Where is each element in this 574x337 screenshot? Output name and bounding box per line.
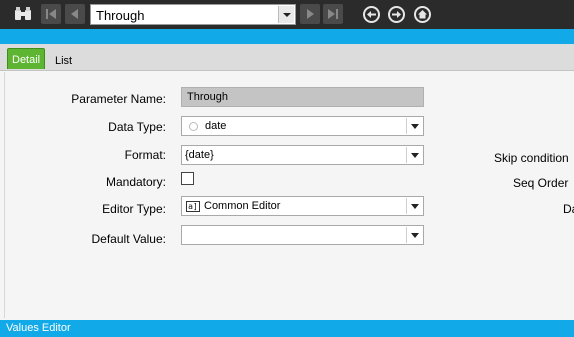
parameter-selector[interactable]: Through xyxy=(90,4,296,25)
format-value: {date} xyxy=(185,149,214,161)
editor-type-value: Common Editor xyxy=(204,200,281,212)
editor-type-select[interactable]: a] Common Editor xyxy=(181,196,424,216)
default-value-select[interactable] xyxy=(181,225,424,245)
chevron-down-icon[interactable] xyxy=(406,198,422,214)
parameter-selector-value: Through xyxy=(96,8,145,23)
back-icon[interactable] xyxy=(363,6,380,23)
tab-strip: Detail List xyxy=(0,44,574,71)
parameter-name-value: Through xyxy=(187,91,228,103)
format-label: Format: xyxy=(124,148,166,162)
tab-list[interactable]: List xyxy=(55,55,72,67)
data-type-value: date xyxy=(205,120,227,132)
last-record-icon[interactable] xyxy=(323,4,343,24)
tab-detail[interactable]: Detail xyxy=(7,48,45,69)
next-record-icon[interactable] xyxy=(300,4,320,24)
editor-icon: a] xyxy=(186,201,200,212)
mandatory-checkbox[interactable] xyxy=(181,172,194,185)
toolbar: Through xyxy=(0,0,574,29)
detail-form: Parameter Name: Through Data Type: date … xyxy=(4,72,574,318)
editor-type-label: Editor Type: xyxy=(102,202,166,216)
da-label: Da xyxy=(563,202,574,216)
clock-icon xyxy=(189,122,198,131)
mandatory-label: Mandatory: xyxy=(105,175,166,189)
chevron-down-icon[interactable] xyxy=(278,6,294,23)
previous-record-icon[interactable] xyxy=(65,4,85,24)
forward-icon[interactable] xyxy=(388,6,405,23)
home-icon[interactable] xyxy=(414,6,431,23)
values-editor-bar[interactable]: Values Editor xyxy=(0,320,574,337)
values-editor-title: Values Editor xyxy=(6,322,71,334)
chevron-down-icon[interactable] xyxy=(406,118,422,134)
seq-order-label: Seq Order xyxy=(513,176,569,190)
binoculars-icon[interactable] xyxy=(13,4,33,24)
data-type-label: Data Type: xyxy=(108,120,166,134)
first-record-icon[interactable] xyxy=(41,4,61,24)
chevron-down-icon[interactable] xyxy=(406,227,422,243)
data-type-select[interactable]: date xyxy=(181,116,424,136)
chevron-down-icon[interactable] xyxy=(406,147,422,163)
format-select[interactable]: {date} xyxy=(181,145,424,165)
header-accent-bar xyxy=(0,29,574,44)
parameter-name-label: Parameter Name: xyxy=(71,92,166,106)
default-value-label: Default Value: xyxy=(91,232,167,246)
skip-condition-label: Skip condition xyxy=(494,151,569,165)
parameter-name-field[interactable]: Through xyxy=(181,87,424,107)
